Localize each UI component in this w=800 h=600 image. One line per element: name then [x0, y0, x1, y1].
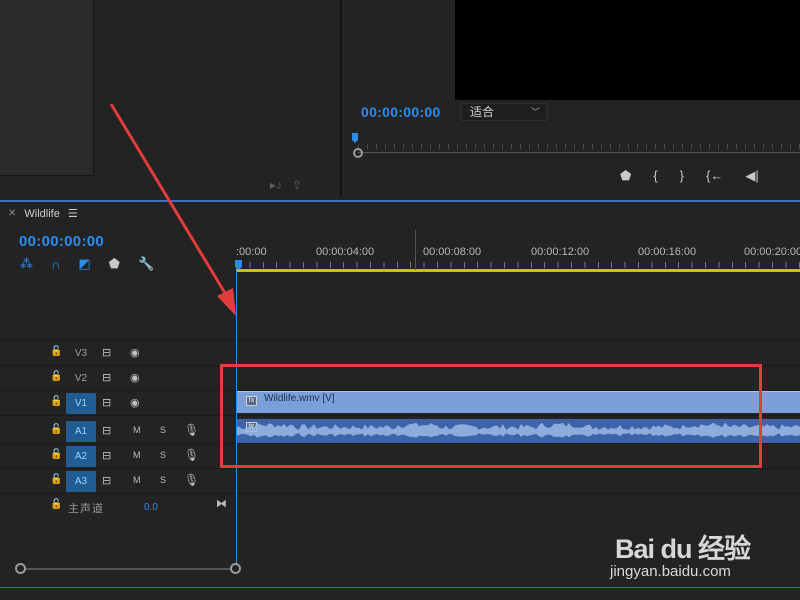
track-target-v1[interactable]: V1 — [66, 393, 96, 414]
program-monitor-timecode[interactable]: 00:00:00:00 — [361, 104, 441, 120]
premiere-window: ▸♪ ⇪ 00:00:00:00 适合 ﹀ ⬟ { } {← ◀| ✕ Wild… — [0, 0, 800, 600]
annotation-highlight-box — [220, 364, 762, 468]
sync-lock-icon[interactable]: ⊟ — [102, 474, 111, 487]
lock-icon[interactable]: 🔓 — [50, 346, 62, 357]
mark-out-icon[interactable]: } — [680, 168, 684, 186]
close-icon[interactable]: ✕ — [8, 208, 16, 219]
timeline-toolbar: ⁂ ∩ ◩ ⬟ 🔧 — [20, 256, 154, 272]
project-bin-area[interactable] — [0, 0, 94, 176]
track-header: 🔓 V3 ⊟ ◉ — [0, 341, 236, 365]
eye-icon[interactable]: ◉ — [130, 396, 140, 409]
scroll-handle-right[interactable] — [230, 563, 241, 574]
automate-to-sequence-icon[interactable]: ▸♪ — [270, 178, 282, 194]
track-target-v2[interactable]: V2 — [66, 368, 96, 389]
lock-icon[interactable]: 🔓 — [50, 499, 62, 510]
track-header: 🔓 A2 ⊟ M S 🎙 — [0, 444, 236, 468]
program-monitor-video — [455, 0, 800, 100]
program-monitor-ruler[interactable] — [352, 134, 800, 156]
sync-lock-icon[interactable]: ⊟ — [102, 424, 111, 437]
lock-icon[interactable]: 🔓 — [50, 396, 62, 407]
eye-icon[interactable]: ◉ — [130, 371, 140, 384]
ruler-label: 00:00:16:00 — [638, 246, 697, 258]
lock-icon[interactable]: 🔓 — [50, 474, 62, 485]
track-target-v3[interactable]: V3 — [66, 343, 96, 364]
eye-icon[interactable]: ◉ — [130, 346, 140, 359]
go-to-in-icon[interactable]: {← — [706, 168, 723, 186]
mark-in-icon[interactable]: { — [653, 168, 657, 186]
work-area-bar[interactable] — [236, 269, 800, 272]
microphone-icon[interactable]: 🎙 — [184, 448, 199, 462]
ruler-label: 00:00:04:00 — [316, 246, 375, 258]
track-target-a2[interactable]: A2 — [66, 446, 96, 467]
lock-icon[interactable]: 🔓 — [50, 424, 62, 435]
timeline-ruler[interactable]: :00:00 00:00:04:00 00:00:08:00 00:00:12:… — [236, 240, 800, 274]
track-header: 🔓 A3 ⊟ M S 🎙 — [0, 469, 236, 493]
sequence-tab[interactable]: ✕ Wildlife ☰ — [8, 207, 78, 221]
track-header: 🔓 V2 ⊟ ◉ — [0, 366, 236, 390]
sync-lock-icon[interactable]: ⊟ — [102, 449, 111, 462]
watermark-logo: Bai du 经验 — [615, 534, 751, 564]
mute-button[interactable]: M — [133, 425, 141, 435]
solo-button[interactable]: S — [160, 425, 166, 435]
program-monitor-zoom-handle[interactable] — [353, 148, 363, 158]
ruler-label: :00:00 — [236, 246, 267, 258]
ruler-ticks — [358, 144, 800, 149]
track-target-a1[interactable]: A1 — [66, 421, 96, 442]
timeline-timecode[interactable]: 00:00:00:00 — [19, 233, 104, 250]
solo-button[interactable]: S — [160, 450, 166, 460]
solo-button[interactable]: S — [160, 475, 166, 485]
zoom-fit-dropdown[interactable]: 适合 ﹀ — [461, 103, 547, 121]
go-to-end-icon[interactable]: ⧓ — [216, 497, 227, 510]
ruler-label: 00:00:12:00 — [531, 246, 590, 258]
sequence-tab-label: Wildlife — [24, 207, 60, 220]
track-master: 🔓 — [0, 494, 236, 518]
wrench-icon[interactable]: 🔧 — [138, 256, 154, 272]
step-back-icon[interactable]: ◀| — [745, 168, 758, 186]
program-monitor-transport: ⬟ { } {← ◀| — [620, 168, 800, 186]
ruler-ticks — [236, 262, 800, 268]
add-marker-icon[interactable]: ⬟ — [109, 256, 120, 272]
track-header: 🔓 A1 ⊟ M S 🎙 — [0, 419, 236, 443]
master-track-label: 主声道 — [68, 503, 104, 515]
microphone-icon[interactable]: 🎙 — [184, 423, 199, 437]
sync-lock-icon[interactable]: ⊟ — [102, 396, 111, 409]
track-target-a3[interactable]: A3 — [66, 471, 96, 492]
lock-icon[interactable]: 🔓 — [50, 449, 62, 460]
lock-icon[interactable]: 🔓 — [50, 371, 62, 382]
track-v3: 🔓 V3 ⊟ ◉ — [0, 341, 800, 366]
ruler-marker-line — [415, 230, 416, 270]
snap-icon[interactable]: ∩ — [51, 257, 60, 272]
project-panel-actions: ▸♪ ⇪ — [270, 178, 320, 194]
linked-selection-icon[interactable]: ◩ — [78, 256, 90, 272]
nest-icon[interactable]: ⁂ — [20, 256, 33, 272]
microphone-icon[interactable]: 🎙 — [184, 473, 199, 487]
mute-button[interactable]: M — [133, 450, 141, 460]
master-volume-value[interactable]: 0.0 — [144, 502, 158, 513]
sync-lock-icon[interactable]: ⊟ — [102, 371, 111, 384]
track-header: 🔓 V1 ⊟ ◉ — [0, 391, 236, 415]
ruler-label: 00:00:08:00 — [423, 246, 482, 258]
mute-button[interactable]: M — [133, 475, 141, 485]
watermark-url: jingyan.baidu.com — [610, 563, 731, 580]
scroll-handle-left[interactable] — [15, 563, 26, 574]
track-a3: 🔓 A3 ⊟ M S 🎙 — [0, 469, 800, 494]
zoom-fit-label: 适合 — [470, 105, 495, 119]
ruler-label: 00:00:20:00 — [744, 246, 800, 258]
sync-lock-icon[interactable]: ⊟ — [102, 346, 111, 359]
timeline-zoom-scrollbar[interactable] — [15, 563, 241, 575]
panel-bottom-border — [0, 587, 800, 588]
add-marker-icon[interactable]: ⬟ — [620, 168, 631, 186]
chevron-down-icon: ﹀ — [530, 107, 540, 117]
panel-menu-icon[interactable]: ☰ — [68, 207, 78, 220]
scrollbar-track — [20, 568, 236, 570]
export-icon[interactable]: ⇪ — [292, 178, 302, 194]
scrollbar-track — [358, 152, 800, 153]
